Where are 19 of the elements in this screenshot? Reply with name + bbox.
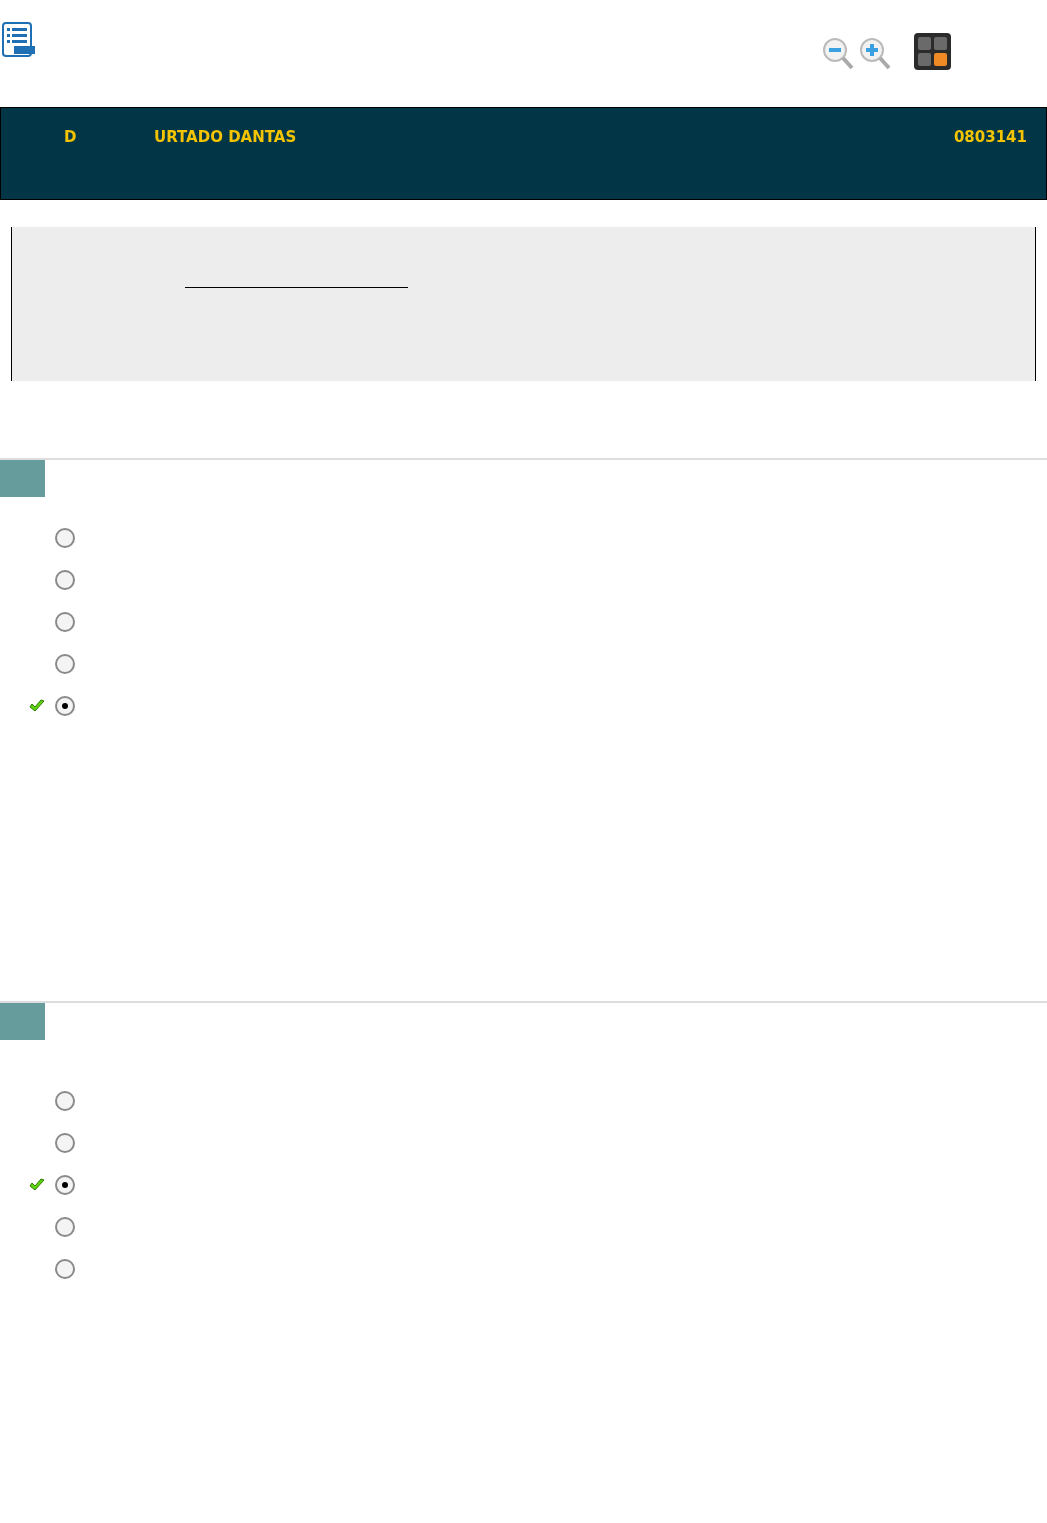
radio-button[interactable] bbox=[55, 1217, 75, 1237]
radio-button[interactable] bbox=[55, 528, 75, 548]
radio-button[interactable] bbox=[55, 1175, 75, 1195]
student-initial: D bbox=[64, 127, 78, 148]
radio-button[interactable] bbox=[55, 1133, 75, 1153]
student-code: 0803141 bbox=[953, 127, 1027, 148]
calculator-icon[interactable] bbox=[914, 33, 951, 70]
question-number-tile bbox=[0, 460, 45, 497]
radio-button[interactable] bbox=[55, 612, 75, 632]
radio-button[interactable] bbox=[55, 570, 75, 590]
zoom-in-icon[interactable] bbox=[859, 37, 891, 70]
radio-button[interactable] bbox=[55, 696, 75, 716]
student-name: URTADO DANTAS bbox=[154, 127, 297, 148]
list-document-icon[interactable] bbox=[2, 22, 36, 58]
radio-button[interactable] bbox=[55, 1259, 75, 1279]
zoom-out-icon[interactable] bbox=[822, 37, 854, 70]
radio-button[interactable] bbox=[55, 654, 75, 674]
radio-button[interactable] bbox=[55, 1091, 75, 1111]
question-number-tile bbox=[0, 1003, 45, 1040]
